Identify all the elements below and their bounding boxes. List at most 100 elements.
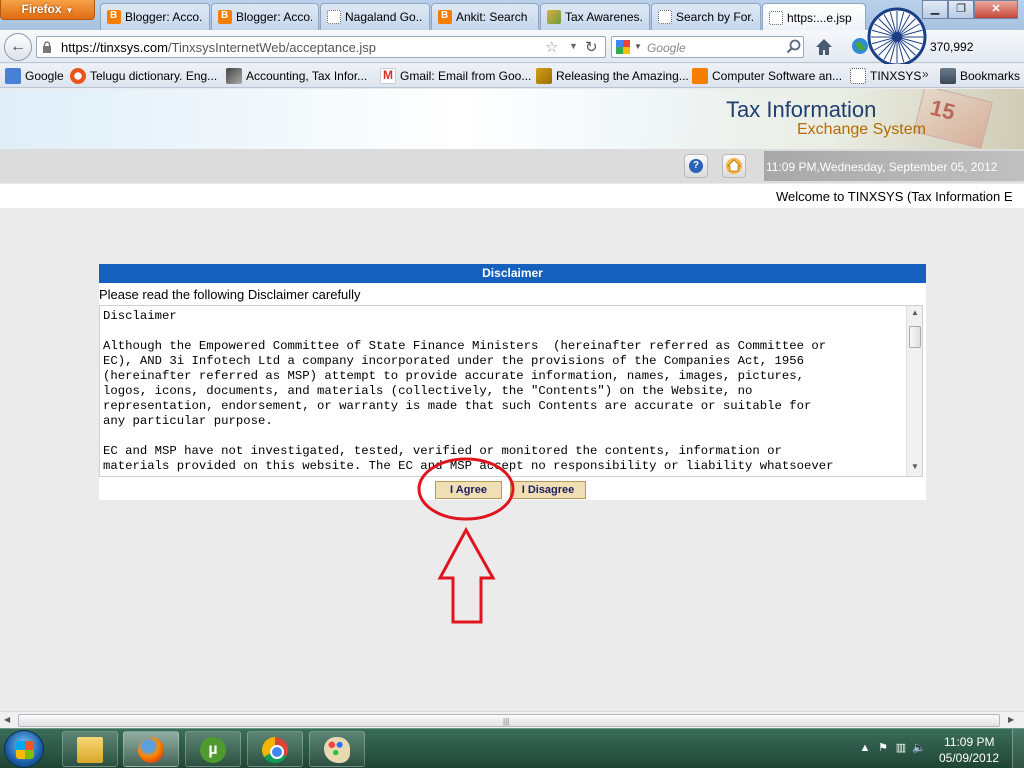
scroll-up-icon[interactable]: ▲ bbox=[911, 308, 919, 317]
action-center-flag-icon[interactable]: ⚑ bbox=[876, 741, 890, 755]
taskbar-utorrent[interactable]: µ bbox=[185, 731, 241, 767]
home-icon[interactable] bbox=[814, 37, 834, 57]
agree-button[interactable]: I Agree bbox=[435, 481, 502, 499]
browser-tab[interactable]: Nagaland Go... bbox=[320, 3, 430, 30]
browser-tab[interactable]: Blogger: Acco... bbox=[100, 3, 210, 30]
brand-subtitle: Exchange System bbox=[797, 121, 926, 138]
search-engine-dropdown-icon[interactable]: ▼ bbox=[634, 42, 642, 51]
disclaimer-text: Disclaimer Although the Empowered Commit… bbox=[103, 309, 834, 473]
folder-icon bbox=[77, 737, 103, 763]
search-input[interactable]: Google bbox=[647, 41, 686, 55]
scroll-right-icon[interactable]: ▶ bbox=[1008, 715, 1014, 724]
url-bar[interactable]: https://tinxsys.com/TinxsysInternetWeb/a… bbox=[36, 36, 606, 58]
stamp-digits: 15 bbox=[927, 94, 958, 125]
disclaimer-scrollbar[interactable]: ▲ ▼ bbox=[906, 306, 922, 476]
firefox-menu-button[interactable]: Firefox ▼ bbox=[0, 0, 95, 20]
scroll-thumb[interactable] bbox=[909, 326, 921, 348]
windows-taskbar: µ ▲ ⚑ ▥ 🔈 11:09 PM 05/09/2012 bbox=[0, 728, 1024, 768]
bookmark-label: Google bbox=[25, 69, 64, 83]
windows-logo-icon bbox=[16, 741, 34, 759]
browser-tab[interactable]: Search by For... bbox=[651, 3, 761, 30]
current-datetime: 11:09 PM,Wednesday, September 05, 2012 bbox=[764, 151, 1024, 181]
site-toolbar: ? 11:09 PM,Wednesday, September 05, 2012 bbox=[0, 149, 1024, 183]
bookmark-item[interactable]: Gmail: Email from Goo... bbox=[380, 68, 531, 84]
bookmark-item[interactable]: TINXSYS bbox=[850, 68, 921, 84]
bookmark-label: TINXSYS bbox=[870, 69, 922, 83]
search-bar[interactable]: ▼ Google bbox=[611, 36, 804, 58]
tax-icon bbox=[547, 10, 561, 24]
bookmark-label: Accounting, Tax Infor... bbox=[246, 69, 368, 83]
tab-label: Search by For... bbox=[676, 10, 754, 24]
bookmarks-overflow-icon[interactable]: » bbox=[922, 67, 929, 81]
bookmark-label: Releasing the Amazing... bbox=[556, 69, 689, 83]
google-icon bbox=[5, 68, 21, 84]
bookmark-label: Telugu dictionary. Eng... bbox=[90, 69, 218, 83]
bookmarks-toolbar: Google Telugu dictionary. Eng... Account… bbox=[0, 64, 1024, 88]
show-desktop-button[interactable] bbox=[1012, 729, 1024, 768]
network-icon[interactable]: ▥ bbox=[894, 741, 908, 755]
disclaimer-panel: Disclaimer Please read the following Dis… bbox=[99, 264, 926, 500]
page-icon bbox=[850, 68, 866, 84]
help-icon: ? bbox=[689, 159, 703, 173]
url-history-dropdown-icon[interactable]: ▼ bbox=[569, 41, 578, 51]
page-icon bbox=[658, 10, 672, 24]
url-host: https://tinxsys.com bbox=[61, 40, 168, 55]
bookmark-item[interactable]: Telugu dictionary. Eng... bbox=[70, 68, 217, 84]
release-icon bbox=[536, 68, 552, 84]
disagree-button[interactable]: I Disagree bbox=[510, 481, 586, 499]
firefox-icon bbox=[138, 737, 164, 763]
back-button[interactable]: ← bbox=[4, 33, 32, 61]
tab-label: Nagaland Go... bbox=[345, 10, 423, 24]
scroll-down-icon[interactable]: ▼ bbox=[911, 462, 919, 471]
back-arrow-icon: ← bbox=[10, 38, 26, 55]
blogger-icon bbox=[218, 10, 232, 24]
bookmarks-icon bbox=[940, 68, 956, 84]
taskbar-chrome[interactable] bbox=[247, 731, 303, 767]
google-icon bbox=[616, 40, 630, 54]
search-icon[interactable] bbox=[786, 39, 801, 54]
lock-icon bbox=[43, 41, 51, 53]
page-horizontal-scrollbar[interactable]: ◀ ||| ▶ bbox=[0, 711, 1024, 728]
taskbar-firefox[interactable] bbox=[123, 731, 179, 767]
bookmark-item[interactable]: Releasing the Amazing... bbox=[536, 68, 689, 84]
paint-icon bbox=[324, 737, 350, 763]
browser-tab[interactable]: Blogger: Acco... bbox=[211, 3, 319, 30]
browser-tab[interactable]: Ankit: Search ... bbox=[431, 3, 539, 30]
bookmarks-menu-button[interactable]: Bookmarks bbox=[940, 68, 1020, 84]
scroll-thumb[interactable]: ||| bbox=[18, 714, 1000, 727]
alexa-rank: 370,992 bbox=[930, 40, 974, 54]
tab-label: https:...e.jsp bbox=[787, 10, 852, 25]
taskbar-explorer[interactable] bbox=[62, 731, 118, 767]
restore-button[interactable]: ❐ bbox=[948, 0, 974, 19]
show-hidden-icons-icon[interactable]: ▲ bbox=[858, 741, 872, 755]
bookmark-item[interactable]: Google bbox=[5, 68, 64, 84]
window-controls: ▁ ❐ ✕ bbox=[922, 0, 1018, 19]
bookmark-item[interactable]: Computer Software an... bbox=[692, 68, 842, 84]
disclaimer-textarea[interactable]: Disclaimer Although the Empowered Commit… bbox=[99, 305, 923, 477]
volume-icon[interactable]: 🔈 bbox=[912, 741, 926, 755]
scroll-left-icon[interactable]: ◀ bbox=[4, 715, 10, 724]
taskbar-paint[interactable] bbox=[309, 731, 365, 767]
page-icon bbox=[769, 10, 783, 25]
chevron-down-icon: ▼ bbox=[65, 6, 74, 15]
help-button[interactable]: ? bbox=[684, 154, 708, 178]
reload-icon[interactable]: ↻ bbox=[585, 38, 598, 56]
gmail-icon bbox=[380, 68, 396, 84]
url-text: https://tinxsys.com/TinxsysInternetWeb/a… bbox=[61, 40, 376, 55]
disclaimer-header: Disclaimer bbox=[99, 264, 926, 283]
site-home-button[interactable] bbox=[722, 154, 746, 178]
clock-date[interactable]: 05/09/2012 bbox=[939, 751, 999, 765]
tab-label: Tax Awarenes... bbox=[565, 10, 643, 24]
clock-time[interactable]: 11:09 PM bbox=[944, 735, 994, 749]
start-button[interactable] bbox=[4, 730, 44, 768]
blogger-icon bbox=[438, 10, 452, 24]
bookmark-star-icon[interactable]: ☆ bbox=[545, 38, 558, 56]
close-window-button[interactable]: ✕ bbox=[974, 0, 1018, 19]
bookmark-item[interactable]: Accounting, Tax Infor... bbox=[226, 68, 367, 84]
browser-tab-active[interactable]: https:...e.jsp bbox=[762, 3, 866, 31]
bookmark-label: Gmail: Email from Goo... bbox=[400, 69, 532, 83]
url-path: /TinxsysInternetWeb/acceptance.jsp bbox=[167, 40, 377, 55]
scroll-grip-icon: ||| bbox=[503, 717, 510, 726]
blogger-icon bbox=[692, 68, 708, 84]
browser-tab[interactable]: Tax Awarenes... bbox=[540, 3, 650, 30]
